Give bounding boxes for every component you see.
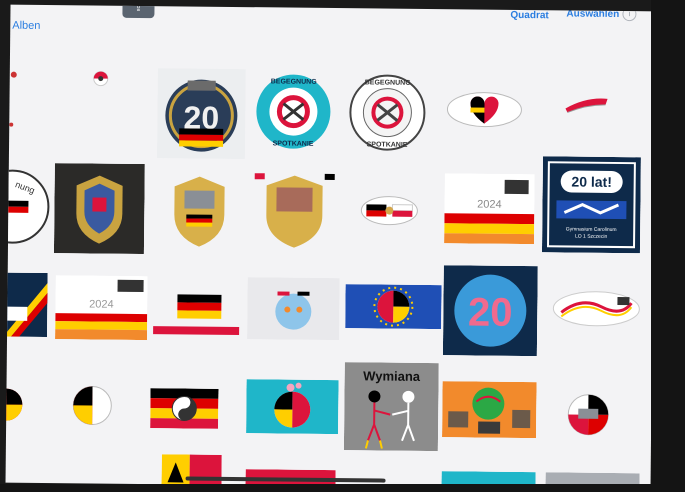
lat-title-text: 20 lat! xyxy=(571,174,612,190)
square-view-button[interactable]: Quadrat xyxy=(510,10,548,21)
photo-thumbnail-partial-nung[interactable]: nung xyxy=(5,165,51,245)
photo-thumbnail-building-circle[interactable] xyxy=(562,388,614,437)
upload-icon[interactable]: ⇪ xyxy=(122,4,155,19)
photo-thumbnail-partial-striped[interactable] xyxy=(5,272,48,338)
photo-thumbnail-wymiana[interactable]: Wymiana xyxy=(343,362,439,452)
year-label-1: 2024 xyxy=(477,199,502,211)
photo-thumbnail-20-lat-navy[interactable]: 20 lat! Gymnasium Carolinum LO 1 Szczeci… xyxy=(541,156,641,254)
photo-thumbnail-teal-drawing[interactable] xyxy=(246,379,339,435)
photo-thumbnail-flag-bar[interactable] xyxy=(151,288,242,340)
photo-thumbnail-20-emblem-1[interactable]: 20 xyxy=(156,68,246,160)
photo-thumbnail-begegnung-teal[interactable]: BEGEGNUNG SPOTKANIE xyxy=(253,71,334,152)
school-sub-text: LO 1 Szczecin xyxy=(575,234,608,240)
photo-thumbnail-ribbon[interactable] xyxy=(561,88,611,119)
begegnung-label-2: BEGEGNUNG xyxy=(365,79,412,86)
monitor-bezel-right xyxy=(651,0,685,492)
spotkanie-label: SPOTKANIE xyxy=(273,140,314,147)
albums-link[interactable]: Alben xyxy=(12,20,40,32)
photo-thumbnail-gold-crest-1[interactable] xyxy=(157,166,241,256)
photo-thumbnail-face-drawing[interactable] xyxy=(247,277,340,341)
photo-thumbnail-heart-flags[interactable] xyxy=(445,89,523,130)
year-label-2: 2024 xyxy=(89,298,114,310)
photo-thumbnail-begegnung-white[interactable]: BEGEGNUNG SPOTKANIE xyxy=(347,72,428,153)
photo-thumbnail-handshake-flags[interactable] xyxy=(358,192,420,229)
photo-thumbnail-yin-yang[interactable] xyxy=(150,388,219,429)
photo-thumbnail-2024-card-1[interactable]: 2024 xyxy=(444,173,535,245)
photo-thumbnail-partial-1[interactable] xyxy=(7,65,20,145)
school-name-text: Gymnasium Carolinum xyxy=(566,226,617,233)
photo-thumbnail-eu-circle[interactable] xyxy=(345,284,442,330)
photos-grid-screen: Alben ⇪ Quadrat Auswählen i 20 BEGEGNUNG… xyxy=(5,4,656,490)
select-button[interactable]: Auswählen xyxy=(566,8,619,20)
count-badge-neon: 20 xyxy=(468,290,513,334)
photo-thumbnail-collage[interactable] xyxy=(442,381,537,439)
spotkanie-label-2: SPOTKANIE xyxy=(367,141,408,148)
photo-thumbnail-gold-crest-2[interactable] xyxy=(247,165,341,257)
photo-thumbnail-20-neon[interactable]: 20 xyxy=(442,265,538,357)
wymiana-title-text: Wymiana xyxy=(363,368,421,384)
photo-thumbnail-circle-flags[interactable] xyxy=(70,383,114,427)
info-icon[interactable]: i xyxy=(622,7,637,22)
photo-thumbnail-small-flag[interactable] xyxy=(90,67,112,89)
photo-thumbnail-gold-crest-dark[interactable] xyxy=(53,163,145,255)
monitor-bezel-bottom xyxy=(0,484,685,492)
photo-thumbnail-waves[interactable] xyxy=(551,288,641,329)
photo-thumbnail-partial-circle[interactable] xyxy=(5,385,27,425)
photo-thumbnail-2024-card-2[interactable]: 2024 xyxy=(55,275,148,341)
begegnung-label: BEGEGNUNG xyxy=(271,78,318,85)
